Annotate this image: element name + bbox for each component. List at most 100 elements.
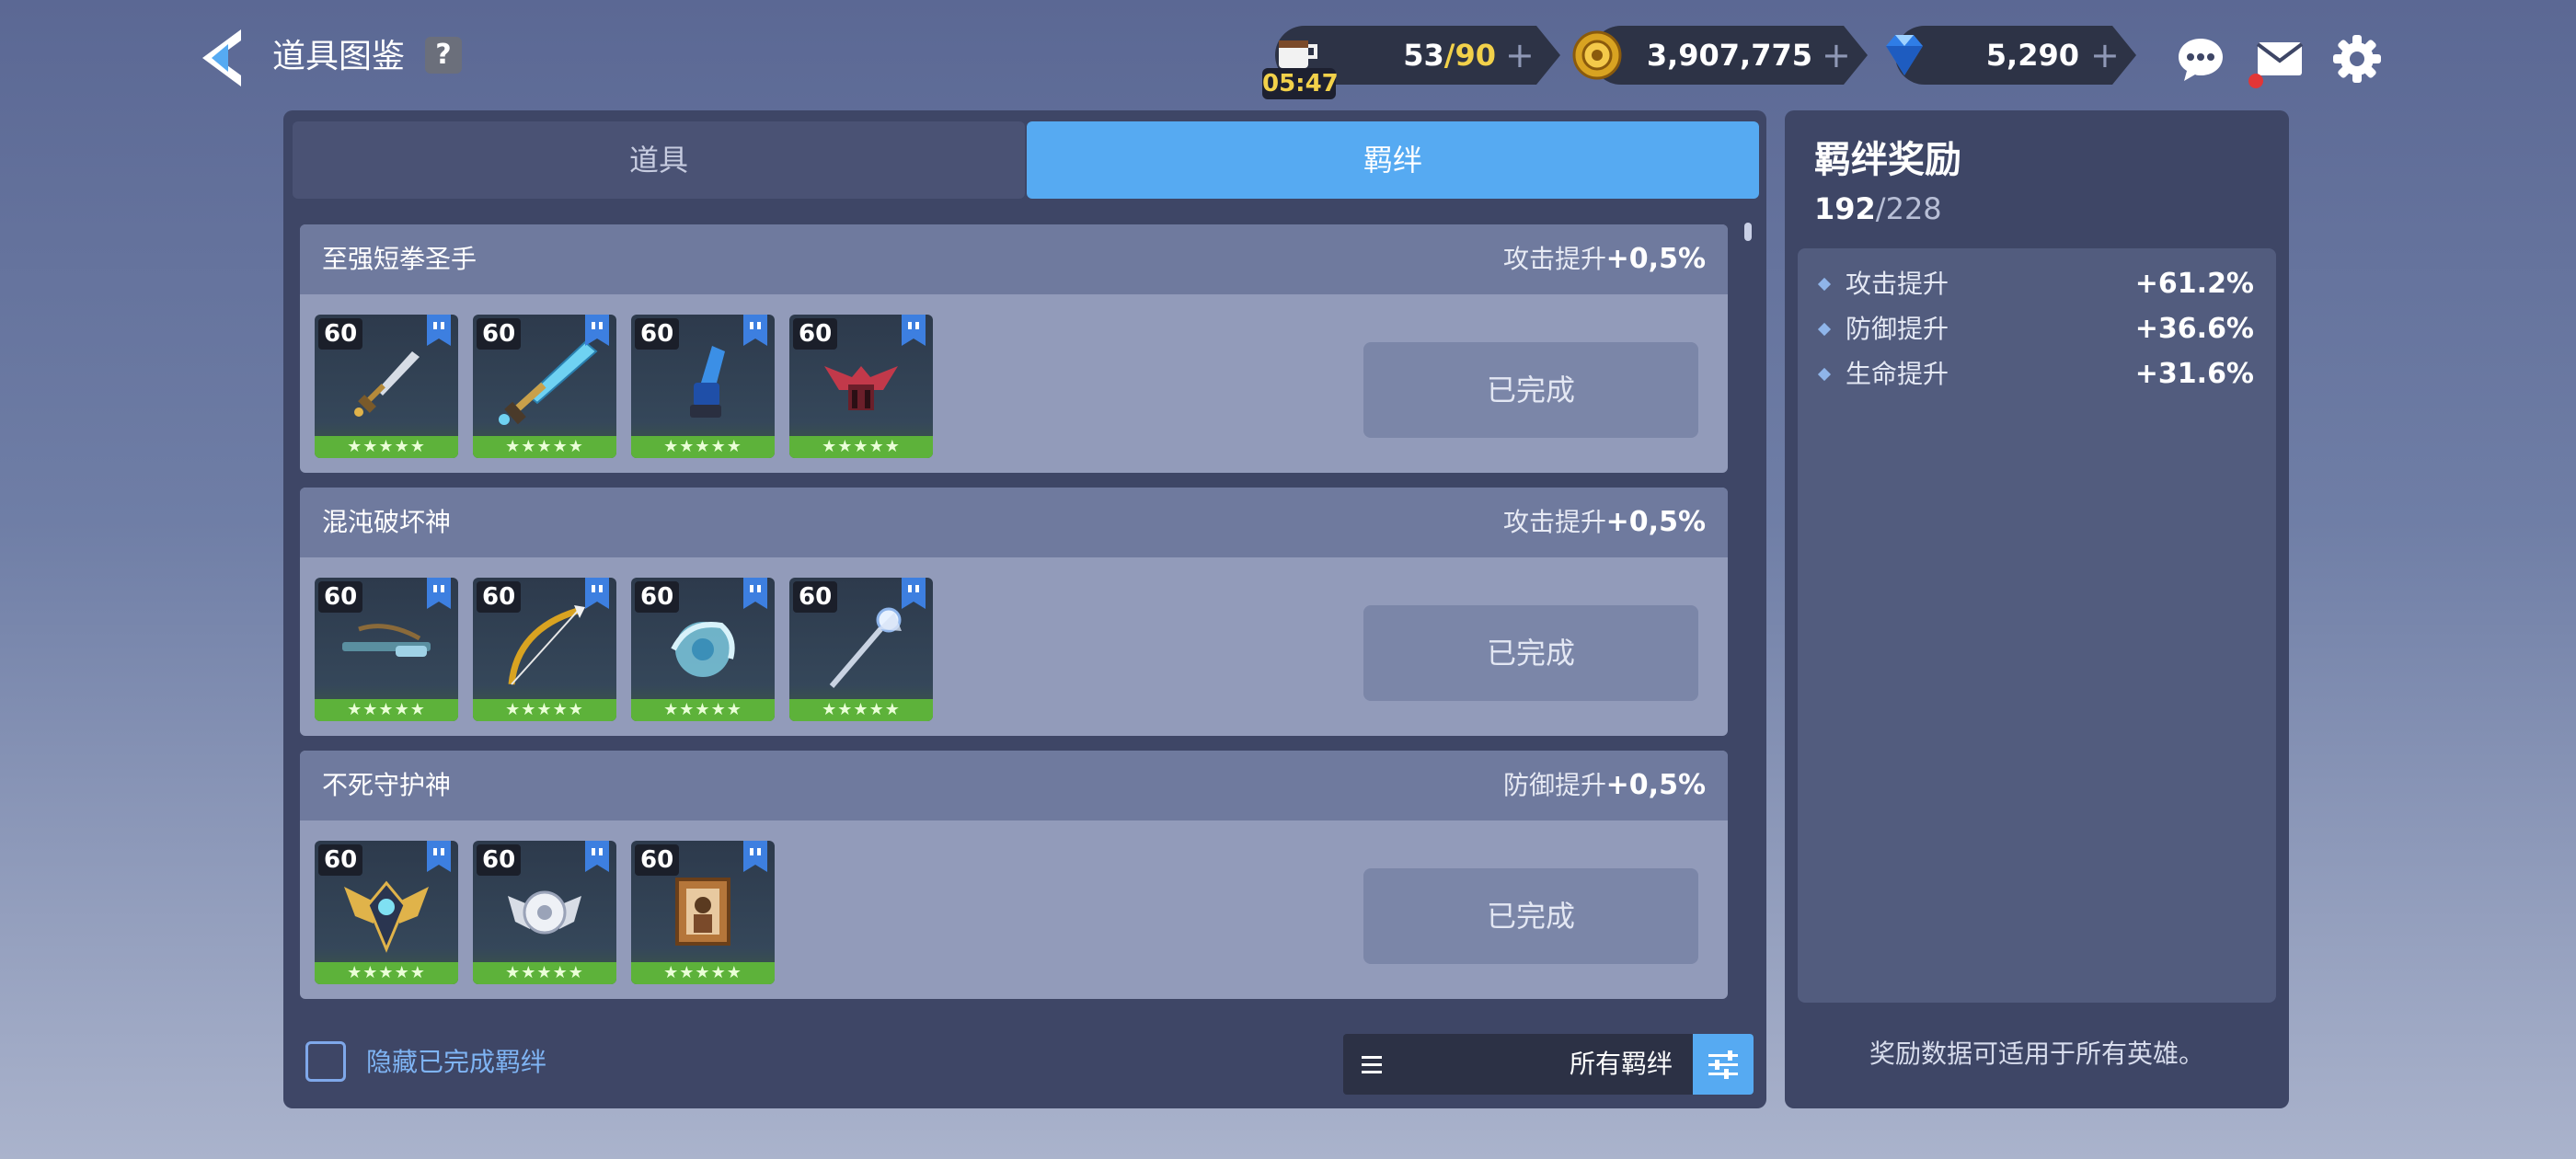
item-stars: ★★★★★: [789, 699, 933, 721]
item-level: 60: [635, 318, 680, 350]
item-slot[interactable]: 60 ★★★★★: [315, 315, 458, 458]
chat-button[interactable]: [2175, 33, 2226, 85]
reward-stat-name: 攻击提升: [1846, 269, 1949, 299]
bond-card-header: 混沌破坏神 攻击提升 +0,5%: [300, 488, 1728, 557]
reward-stat-value: +61.2%: [2134, 268, 2254, 300]
bond-count-separator: /: [1875, 191, 1886, 226]
stamina-current: 53: [1403, 38, 1444, 73]
bookmark-flag-icon: [902, 578, 926, 609]
item-level: 60: [793, 581, 838, 613]
item-slot[interactable]: 60 ★★★★★: [631, 315, 775, 458]
blue-gem-icon: [1877, 28, 1932, 83]
item-level: 60: [477, 581, 522, 613]
mail-notification-dot: [2248, 74, 2263, 88]
item-slot[interactable]: 60 ★★★★★: [631, 841, 775, 984]
stamina-plus-icon[interactable]: +: [1505, 26, 1535, 85]
list-scrollbar[interactable]: [1744, 223, 1752, 241]
item-level: 60: [477, 318, 522, 350]
sliders-icon: [1708, 1050, 1738, 1079]
reward-stat-row: 攻击提升 +61.2%: [1817, 261, 2254, 307]
item-stars: ★★★★★: [631, 436, 775, 458]
bond-card-header: 不死守护神 防御提升 +0,5%: [300, 751, 1728, 820]
item-stars: ★★★★★: [631, 962, 775, 984]
bond-complete-button[interactable]: 已完成: [1363, 868, 1698, 964]
silver-crest-icon: [508, 890, 581, 935]
bond-card-header: 至强短拳圣手 攻击提升 +0,5%: [300, 224, 1728, 294]
hide-completed-label[interactable]: 隐藏已完成羁绊: [366, 1039, 546, 1085]
item-stars: ★★★★★: [315, 436, 458, 458]
bond-count-max: 228: [1885, 191, 1942, 226]
reward-stat-value: +36.6%: [2134, 313, 2254, 345]
gold-coin-icon: [1571, 29, 1623, 81]
bond-complete-button[interactable]: 已完成: [1363, 342, 1698, 438]
diamond-bullet-icon: [1817, 367, 1832, 382]
filter-settings-button[interactable]: [1693, 1034, 1754, 1095]
item-slot[interactable]: 60 ★★★★★: [315, 578, 458, 721]
item-stars: ★★★★★: [473, 962, 616, 984]
bookmark-flag-icon: [585, 841, 609, 872]
portrait-frame-icon: [675, 878, 730, 946]
bookmark-flag-icon: [743, 315, 767, 346]
bond-complete-button[interactable]: 已完成: [1363, 605, 1698, 701]
winged-emblem-icon: [344, 880, 429, 953]
bond-filter-dropdown[interactable]: 所有羁绊: [1343, 1034, 1754, 1095]
bond-bonus: +0,5%: [1605, 506, 1706, 538]
item-slot[interactable]: 60 ★★★★★: [789, 315, 933, 458]
item-level: 60: [635, 581, 680, 613]
item-stars: ★★★★★: [473, 699, 616, 721]
reward-note: 奖励数据可适用于所有英雄。: [1869, 1039, 2204, 1069]
bond-name: 至强短拳圣手: [322, 244, 477, 274]
item-slot[interactable]: 60 ★★★★★: [315, 841, 458, 984]
item-level: 60: [477, 844, 522, 876]
item-slot[interactable]: 60 ★★★★★: [473, 841, 616, 984]
bond-name: 混沌破坏神: [322, 507, 452, 537]
bond-card: 至强短拳圣手 攻击提升 +0,5% 60 ★★★★★ 60 ★★★★★ 60 ★…: [300, 224, 1728, 473]
hide-completed-checkbox[interactable]: [305, 1041, 346, 1082]
item-slot[interactable]: 60 ★★★★★: [473, 578, 616, 721]
gem-amount: 5,290: [1985, 38, 2079, 73]
bookmark-flag-icon: [743, 841, 767, 872]
bookmark-flag-icon: [585, 578, 609, 609]
tab-items[interactable]: 道具: [293, 121, 1025, 199]
crossbow-icon: [342, 624, 431, 657]
back-button[interactable]: [195, 26, 250, 90]
chat-bubble-icon: [2179, 39, 2223, 81]
item-stars: ★★★★★: [473, 436, 616, 458]
bond-bonus: +0,5%: [1605, 243, 1706, 275]
item-slot[interactable]: 60 ★★★★★: [789, 578, 933, 721]
stamina-separator: /: [1443, 38, 1455, 73]
item-stars: ★★★★★: [789, 436, 933, 458]
blue-gauntlet-icon: [690, 346, 725, 418]
bookmark-flag-icon: [427, 841, 451, 872]
item-stars: ★★★★★: [315, 962, 458, 984]
bond-stat-label: 攻击提升: [1502, 507, 1606, 537]
short-sword-icon: [354, 351, 420, 417]
reward-stat-row: 生命提升 +31.6%: [1817, 351, 2254, 397]
bond-count-current: 192: [1814, 191, 1876, 226]
item-level: 60: [318, 844, 363, 876]
item-level: 60: [318, 318, 363, 350]
tab-bonds[interactable]: 羁绊: [1027, 121, 1759, 199]
coin-plus-icon[interactable]: +: [1822, 26, 1851, 85]
golden-bow-icon: [508, 605, 585, 685]
bond-list[interactable]: 至强短拳圣手 攻击提升 +0,5% 60 ★★★★★ 60 ★★★★★ 60 ★…: [293, 208, 1755, 1017]
reward-stat-list: 攻击提升 +61.2% 防御提升 +36.6% 生命提升 +31.6%: [1798, 248, 2276, 1003]
gem-plus-icon[interactable]: +: [2090, 26, 2120, 85]
settings-button[interactable]: [2331, 33, 2383, 85]
reward-stat-name: 生命提升: [1846, 359, 1949, 389]
back-arrow-icon: [202, 29, 241, 86]
bond-stat-label: 攻击提升: [1502, 244, 1606, 274]
stamina-timer: 05:47: [1262, 68, 1339, 99]
page-title: 道具图鉴: [272, 38, 406, 75]
water-orb-icon: [671, 622, 735, 677]
item-level: 60: [318, 581, 363, 613]
bookmark-flag-icon: [743, 578, 767, 609]
reward-stat-row: 防御提升 +36.6%: [1817, 306, 2254, 352]
item-slot[interactable]: 60 ★★★★★: [631, 578, 775, 721]
bookmark-flag-icon: [585, 315, 609, 346]
bond-name: 不死守护神: [322, 770, 452, 800]
item-slot[interactable]: 60 ★★★★★: [473, 315, 616, 458]
stamina-max: 90: [1455, 38, 1496, 73]
bookmark-flag-icon: [427, 315, 451, 346]
help-button[interactable]: ?: [425, 37, 462, 74]
